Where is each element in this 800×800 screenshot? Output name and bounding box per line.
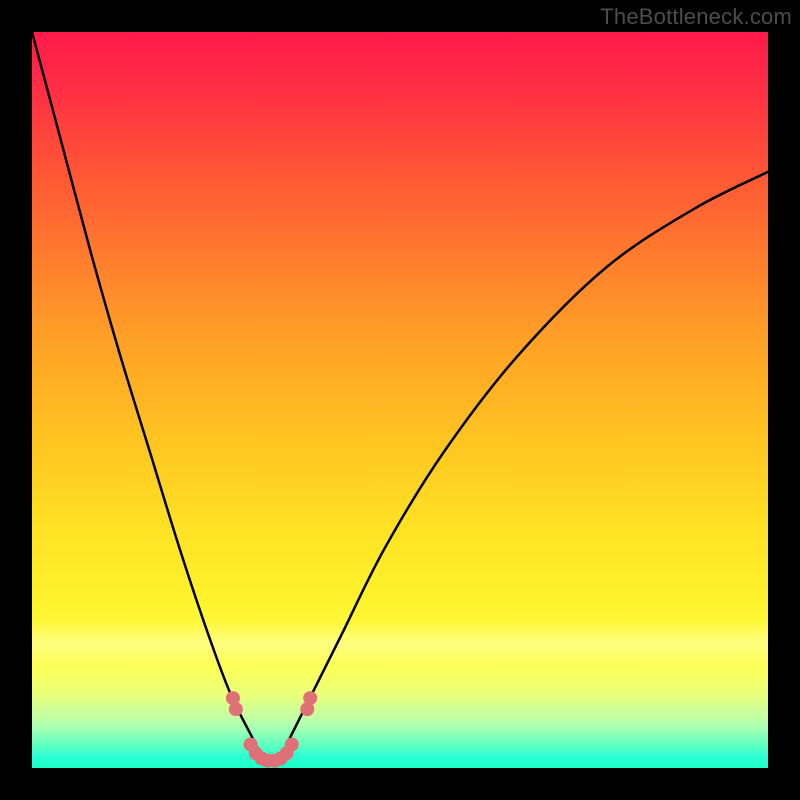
curve-marker [285, 737, 299, 751]
watermark-text: TheBottleneck.com [600, 4, 792, 30]
curve-marker [229, 702, 243, 716]
plot-area [32, 32, 768, 768]
curve-marker [303, 691, 317, 705]
chart-frame: TheBottleneck.com [0, 0, 800, 800]
bottleneck-curve [32, 32, 768, 763]
curve-layer [32, 32, 768, 768]
